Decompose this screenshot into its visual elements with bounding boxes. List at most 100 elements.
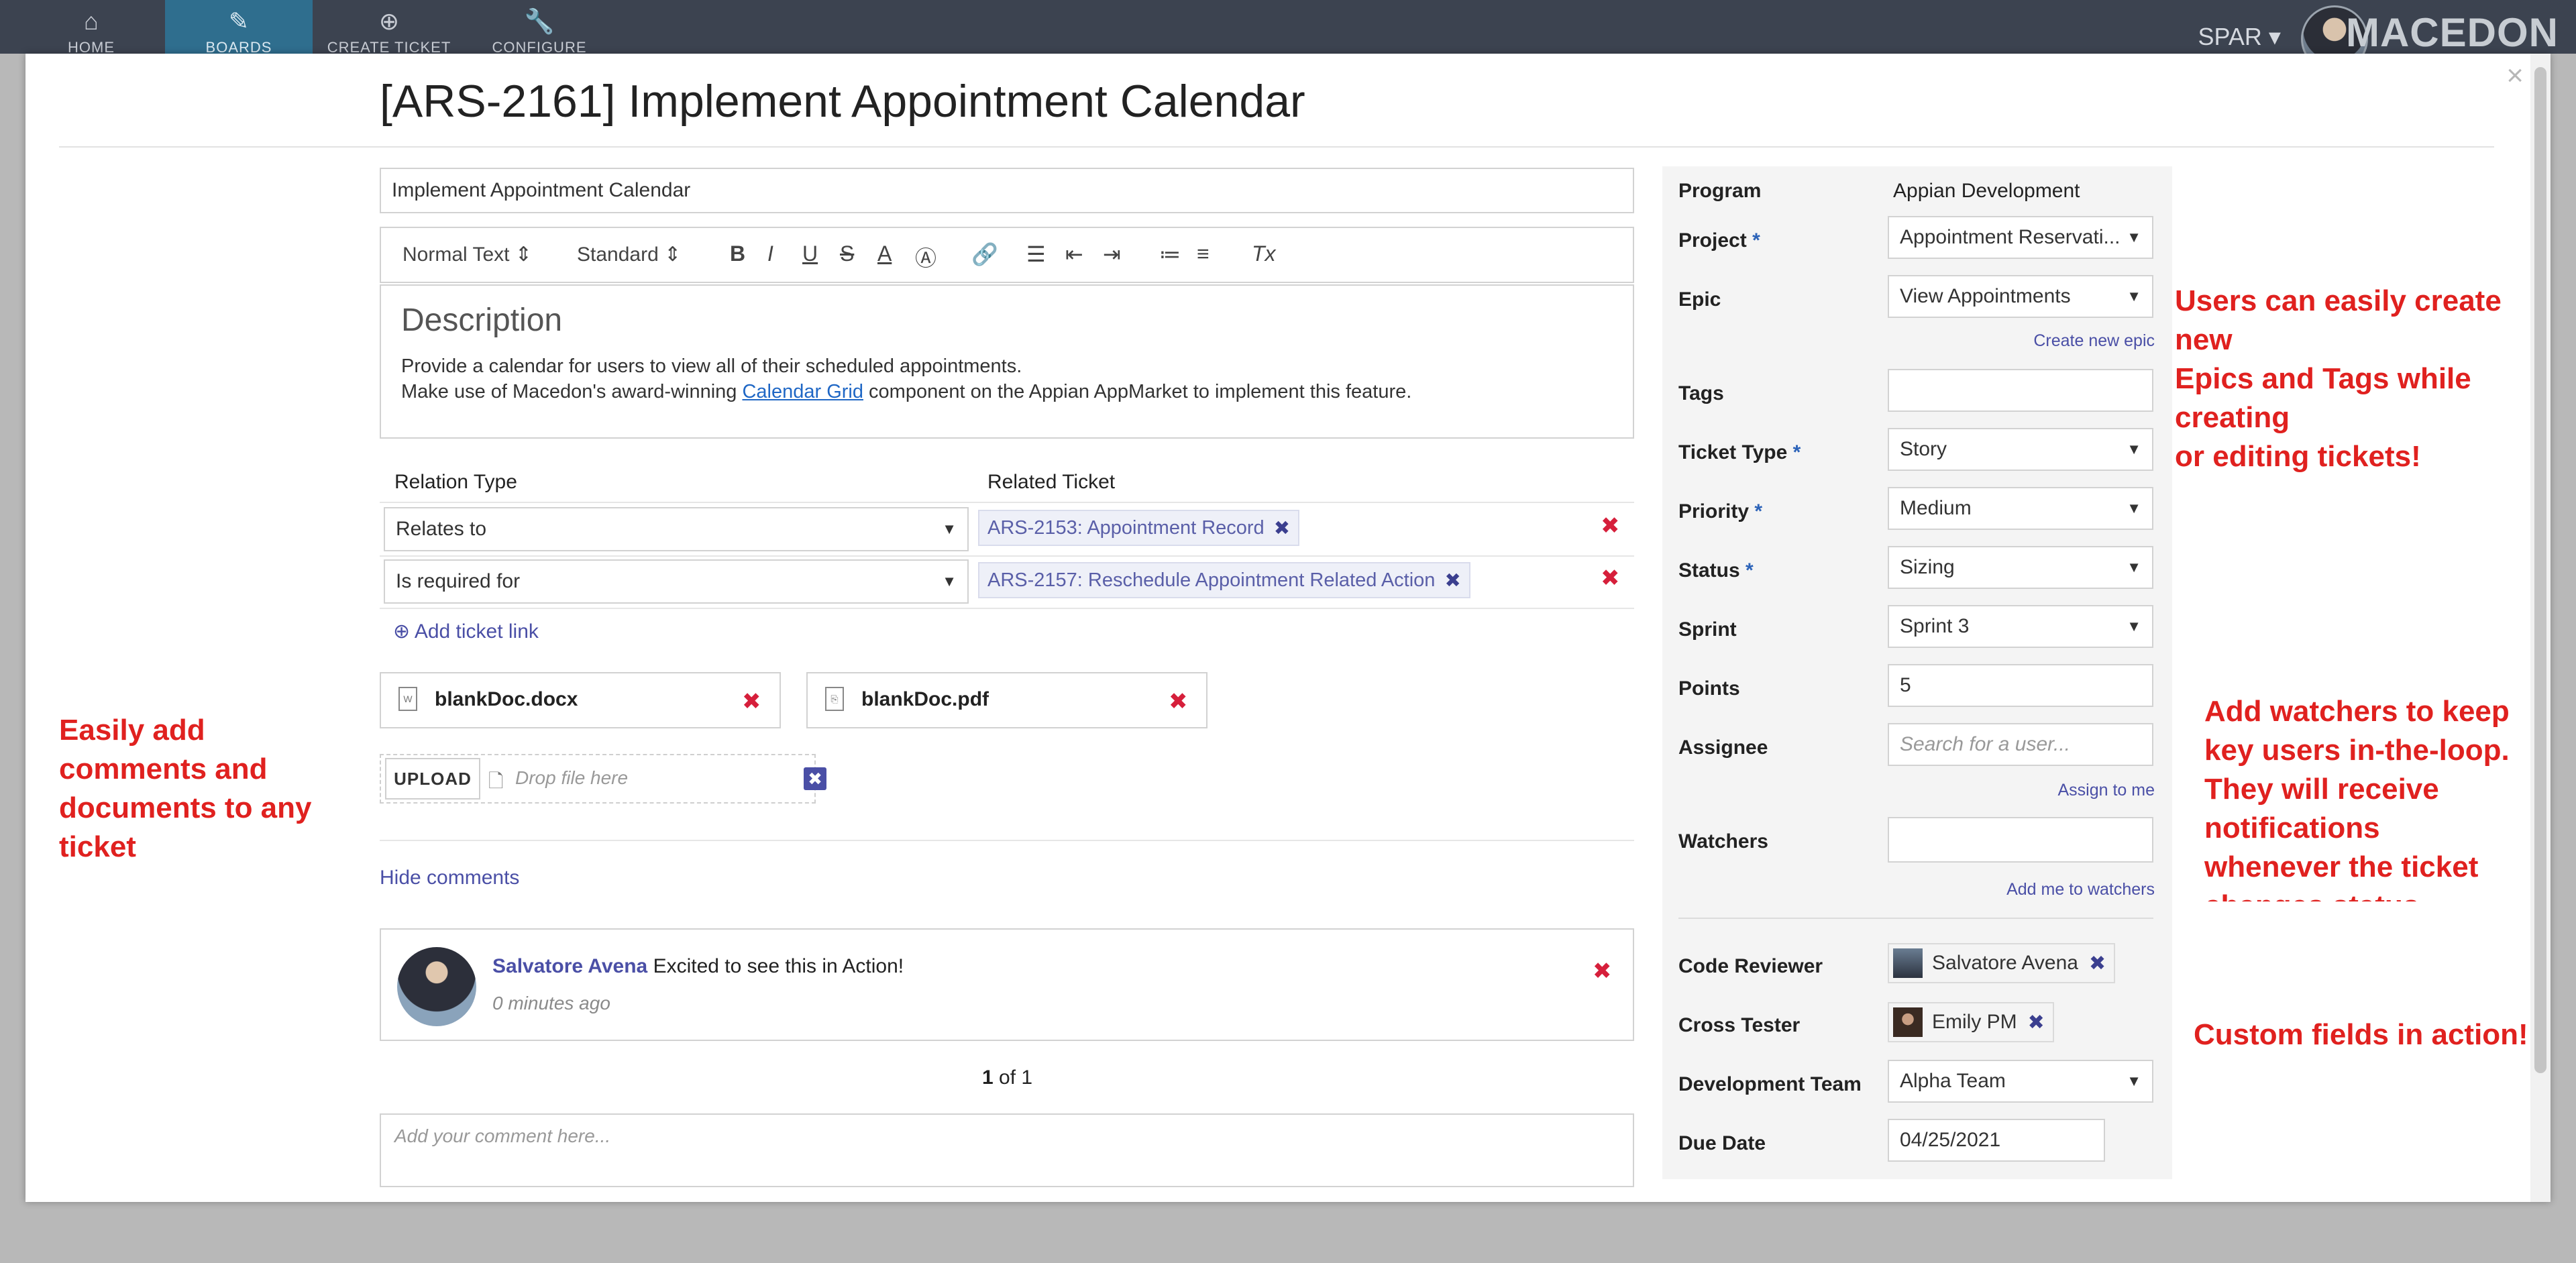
epic-value: View Appointments <box>1900 285 2071 307</box>
italic-icon[interactable]: I <box>767 241 773 266</box>
related-ticket-label: ARS-2153: Appointment Record <box>987 516 1265 539</box>
bold-icon[interactable]: B <box>730 241 745 266</box>
editor-toolbar: Normal Text ⇕ Standard ⇕ B I U S A Ⓐ 🔗 ☰… <box>380 227 1634 283</box>
text-style-select[interactable]: Normal Text ⇕ <box>402 243 532 266</box>
status-label-text: Status <box>1678 559 1740 582</box>
caret-down-icon: ▼ <box>2127 1073 2141 1089</box>
annotation-line: ticket <box>59 830 136 863</box>
caret-down-icon: ▼ <box>942 520 957 537</box>
pager-current: 1 <box>982 1066 994 1089</box>
watchers-input[interactable] <box>1888 817 2153 863</box>
summary-value: Implement Appointment Calendar <box>392 179 691 201</box>
delete-relation-icon[interactable]: ✖ <box>1601 512 1620 539</box>
hide-comments-link[interactable]: Hide comments <box>380 867 519 889</box>
delete-attachment-icon[interactable]: ✖ <box>1169 688 1188 715</box>
nav-boards[interactable]: ✎ BOARDS <box>165 0 313 56</box>
sprint-select[interactable]: Sprint 3 ▼ <box>1888 605 2153 648</box>
link-icon[interactable]: 🔗 <box>971 241 998 267</box>
annotation-line: documents to any <box>59 791 312 824</box>
divider <box>380 502 1634 503</box>
divider <box>1678 918 2153 919</box>
upload-button[interactable]: UPLOAD <box>385 758 480 800</box>
word-doc-icon: W <box>398 687 417 711</box>
summary-input[interactable]: Implement Appointment Calendar <box>380 168 1634 213</box>
comment-card: Salvatore Avena Excited to see this in A… <box>380 928 1634 1041</box>
align-left-icon[interactable]: ☰ <box>1026 241 1046 267</box>
attachment-docx[interactable]: W blankDoc.docx ✖ <box>380 672 781 728</box>
delete-attachment-icon[interactable]: ✖ <box>742 688 761 715</box>
description-editor[interactable]: Description Provide a calendar for users… <box>380 284 1634 439</box>
wrench-icon: 🔧 <box>524 7 555 35</box>
nav-create-ticket[interactable]: ⊕ CREATE TICKET <box>315 0 463 56</box>
indent-icon[interactable]: ⇥ <box>1103 241 1121 267</box>
status-select[interactable]: Sizing ▼ <box>1888 546 2153 589</box>
delete-comment-icon[interactable]: ✖ <box>1593 958 1612 985</box>
nav-home[interactable]: ⌂ HOME <box>17 0 165 56</box>
points-value: 5 <box>1900 674 1911 696</box>
due-date-input[interactable]: 04/25/2021 <box>1888 1119 2105 1162</box>
updown-icon: ⇕ <box>664 243 682 266</box>
highlight-icon[interactable]: Ⓐ <box>915 241 936 272</box>
caret-down-icon: ▼ <box>2127 618 2141 635</box>
upload-dropzone[interactable]: UPLOAD 🗋 Drop file here <box>380 754 816 804</box>
description-line-2: Make use of Macedon's award-winning Cale… <box>401 381 1411 403</box>
required-mark: * <box>1754 500 1763 523</box>
comment-time: 0 minutes ago <box>492 993 610 1013</box>
assignee-input[interactable]: Search for a user... <box>1888 723 2153 766</box>
relation-type-select[interactable]: Relates to ▼ <box>384 507 969 551</box>
project-select[interactable]: Appointment Reservati... ▼ <box>1888 216 2153 259</box>
underline-icon[interactable]: U <box>802 241 818 266</box>
attachment-pdf[interactable]: ⎘ blankDoc.pdf ✖ <box>806 672 1208 728</box>
assign-to-me-link[interactable]: Assign to me <box>2057 781 2155 800</box>
due-date-label: Due Date <box>1678 1132 1766 1154</box>
comment-textarea[interactable]: Add your comment here... <box>380 1113 1634 1187</box>
annotation-custom-fields: Custom fields in action! <box>2194 1018 2528 1051</box>
remove-chip-icon[interactable]: ✖ <box>1274 516 1290 540</box>
nav-configure[interactable]: 🔧 CONFIGURE <box>466 0 613 56</box>
close-icon[interactable]: × <box>2506 59 2524 93</box>
user-menu[interactable]: SPAR ▾ <box>2198 23 2281 51</box>
font-size-select[interactable]: Standard ⇕ <box>577 243 681 266</box>
ticket-type-select[interactable]: Story ▼ <box>1888 428 2153 471</box>
epic-select[interactable]: View Appointments ▼ <box>1888 275 2153 318</box>
related-ticket-chip[interactable]: ARS-2153: Appointment Record ✖ <box>978 510 1299 546</box>
strikethrough-icon[interactable]: S <box>840 241 854 266</box>
relation-type-select[interactable]: Is required for ▼ <box>384 559 969 604</box>
clear-format-icon[interactable]: Tx <box>1252 241 1276 266</box>
calendar-grid-link[interactable]: Calendar Grid <box>742 381 863 402</box>
add-me-to-watchers-link[interactable]: Add me to watchers <box>2006 880 2155 899</box>
attachment-name: blankDoc.docx <box>435 688 578 710</box>
points-input[interactable]: 5 <box>1888 664 2153 707</box>
remove-chip-icon[interactable]: ✖ <box>1444 569 1460 592</box>
bullet-list-icon[interactable]: ≡ <box>1197 241 1210 266</box>
priority-select[interactable]: Medium ▼ <box>1888 487 2153 530</box>
cross-tester-chip[interactable]: Emily PM ✖ <box>1888 1002 2054 1042</box>
comment-author[interactable]: Salvatore Avena <box>492 955 647 977</box>
remove-chip-icon[interactable]: ✖ <box>2028 1011 2045 1034</box>
priority-value: Medium <box>1900 497 1972 519</box>
add-ticket-link[interactable]: ⊕ Add ticket link <box>393 620 539 643</box>
caret-down-icon: ▼ <box>2127 288 2141 305</box>
divider <box>380 608 1634 609</box>
numbered-list-icon[interactable]: ≔ <box>1159 241 1181 267</box>
create-epic-link[interactable]: Create new epic <box>2033 331 2155 351</box>
status-label: Status * <box>1678 559 1754 582</box>
annotation-line: whenever the ticket <box>2204 850 2479 883</box>
avatar <box>397 947 476 1026</box>
pdf-doc-icon: ⎘ <box>825 687 844 711</box>
development-team-select[interactable]: Alpha Team ▼ <box>1888 1060 2153 1103</box>
scrollbar-thumb[interactable] <box>2534 67 2546 1073</box>
required-mark: * <box>1746 559 1754 582</box>
tags-input[interactable] <box>1888 369 2153 412</box>
font-color-icon[interactable]: A <box>877 241 892 266</box>
avatar <box>1893 948 1923 978</box>
code-reviewer-chip[interactable]: Salvatore Avena ✖ <box>1888 943 2116 983</box>
delete-relation-icon[interactable]: ✖ <box>1601 565 1620 592</box>
remove-chip-icon[interactable]: ✖ <box>2089 952 2106 975</box>
description-line-1: Provide a calendar for users to view all… <box>401 355 1022 377</box>
related-ticket-chip[interactable]: ARS-2157: Reschedule Appointment Related… <box>978 562 1470 598</box>
clear-upload-icon[interactable]: ✖ <box>804 767 826 790</box>
modal-scrollbar[interactable] <box>2530 54 2551 1202</box>
ticket-type-label-text: Ticket Type <box>1678 441 1788 463</box>
outdent-icon[interactable]: ⇤ <box>1065 241 1083 267</box>
